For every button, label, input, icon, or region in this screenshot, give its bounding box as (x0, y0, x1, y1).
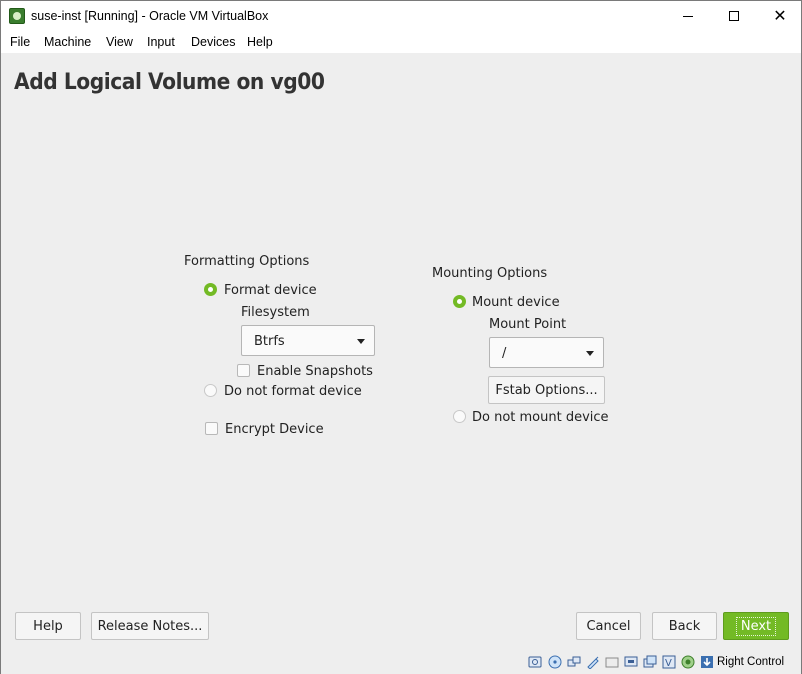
release-notes-button[interactable]: Release Notes... (91, 612, 209, 640)
virtualbox-window: suse-inst [Running] - Oracle VM VirtualB… (0, 0, 802, 674)
menu-file[interactable]: File (10, 35, 30, 49)
enable-snapshots-label[interactable]: Enable Snapshots (257, 364, 373, 379)
guest-additions-icon[interactable] (681, 655, 695, 669)
network-icon[interactable] (567, 655, 581, 669)
menu-help[interactable]: Help (247, 35, 273, 49)
svg-text:V: V (665, 658, 672, 669)
chevron-down-icon (357, 339, 365, 344)
keyboard-capture-icon[interactable] (700, 655, 714, 669)
mount-device-radio[interactable] (453, 295, 466, 308)
display-icon[interactable] (624, 655, 638, 669)
guest-screen: Add Logical Volume on vg00 Formatting Op… (1, 53, 801, 651)
cancel-button[interactable]: Cancel (576, 612, 641, 640)
enable-snapshots-checkbox[interactable] (237, 364, 250, 377)
do-not-mount-radio[interactable] (453, 410, 466, 423)
virtualization-icon[interactable]: V (662, 655, 676, 669)
filesystem-select[interactable]: Btrfs (241, 325, 375, 356)
next-button[interactable]: Next (723, 612, 789, 640)
encrypt-device-checkbox[interactable] (205, 422, 218, 435)
format-device-label[interactable]: Format device (224, 283, 317, 298)
menu-machine[interactable]: Machine (44, 35, 91, 49)
menu-devices[interactable]: Devices (191, 35, 235, 49)
host-key-label: Right Control (717, 656, 785, 668)
close-button[interactable]: ✕ (757, 1, 802, 31)
minimize-icon (683, 15, 693, 17)
window-title: suse-inst [Running] - Oracle VM VirtualB… (31, 9, 269, 23)
help-button[interactable]: Help (15, 612, 81, 640)
do-not-mount-label[interactable]: Do not mount device (472, 410, 609, 425)
back-button[interactable]: Back (652, 612, 717, 640)
mount-point-label: Mount Point (489, 317, 567, 332)
mount-point-select[interactable]: / (489, 337, 604, 368)
status-bar: V Right Control (1, 651, 801, 674)
chevron-down-icon (586, 351, 594, 356)
hard-disk-icon[interactable] (528, 655, 542, 669)
encrypt-device-label[interactable]: Encrypt Device (225, 422, 324, 437)
virtualbox-app-icon (9, 8, 25, 24)
next-button-label: Next (735, 616, 777, 636)
maximize-icon (729, 11, 739, 21)
filesystem-value: Btrfs (254, 334, 285, 349)
page-title: Add Logical Volume on vg00 (14, 70, 325, 95)
menu-input[interactable]: Input (147, 35, 175, 49)
shared-folder-icon[interactable] (605, 655, 619, 669)
mount-device-label[interactable]: Mount device (472, 295, 560, 310)
menu-view[interactable]: View (106, 35, 133, 49)
optical-drive-icon[interactable] (548, 655, 562, 669)
mount-point-value: / (502, 346, 507, 361)
filesystem-label: Filesystem (241, 305, 310, 320)
maximize-button[interactable] (711, 1, 757, 31)
format-device-radio[interactable] (204, 283, 217, 296)
do-not-format-label[interactable]: Do not format device (224, 384, 362, 399)
fstab-options-button[interactable]: Fstab Options... (488, 376, 605, 404)
menu-bar: File Machine View Input Devices Help (1, 31, 801, 53)
usb-icon[interactable] (586, 655, 600, 669)
title-bar[interactable]: suse-inst [Running] - Oracle VM VirtualB… (1, 1, 801, 31)
close-icon: ✕ (773, 8, 787, 25)
video-capture-icon[interactable] (643, 655, 657, 669)
do-not-format-radio[interactable] (204, 384, 217, 397)
formatting-options-heading: Formatting Options (184, 254, 310, 269)
mounting-options-heading: Mounting Options (432, 266, 548, 281)
minimize-button[interactable] (665, 1, 711, 31)
